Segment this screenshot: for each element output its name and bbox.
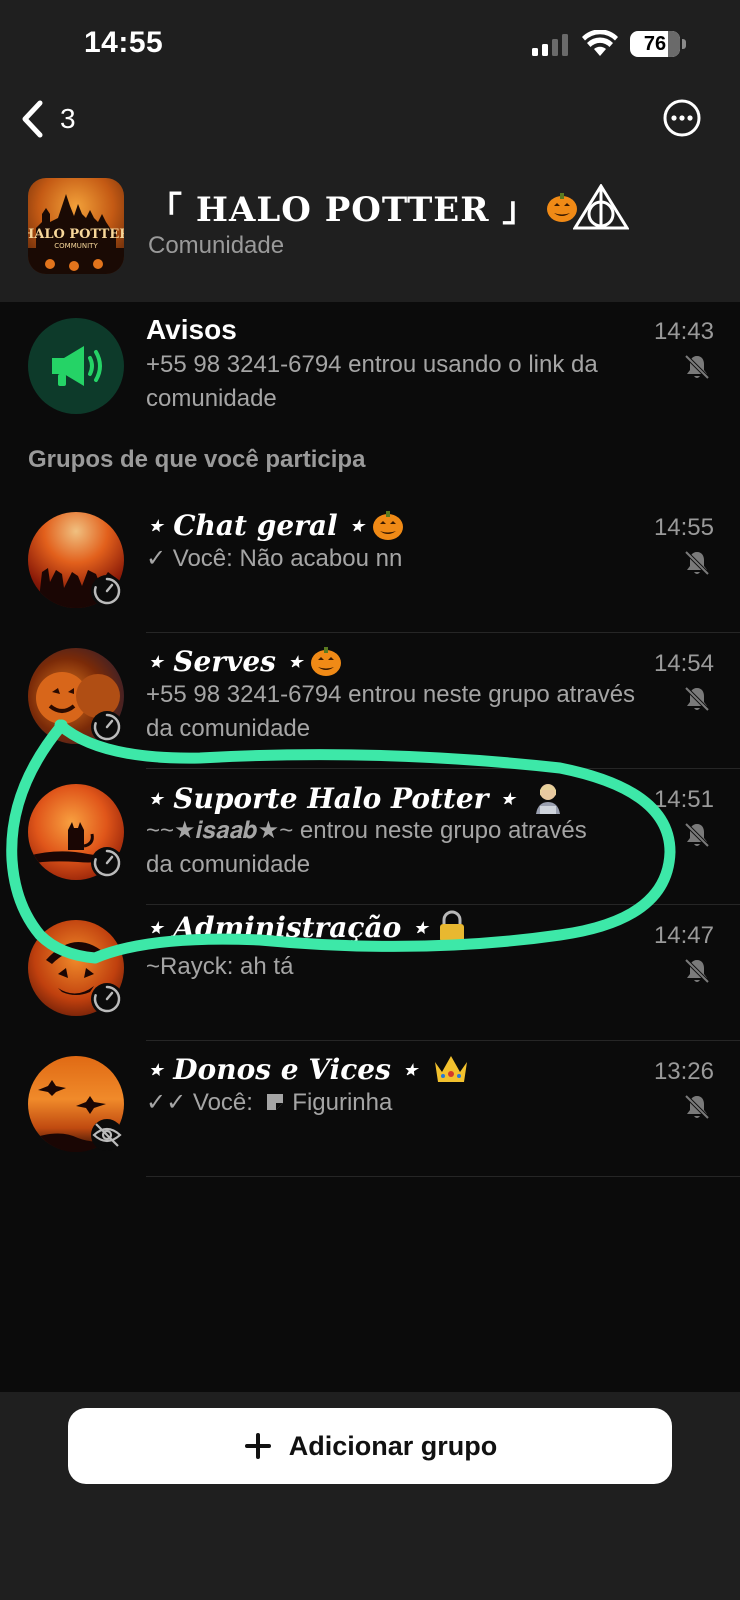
pumpkin-icon [311, 647, 342, 676]
group-time: 14:54 [653, 650, 714, 677]
eye-off-icon [91, 1119, 123, 1151]
group-row-chat-geral[interactable]: ⋆ Chat geral ⋆ 14:55 ✓ Você: Não acabou … [0, 498, 740, 634]
group-row-administracao[interactable]: ⋆ Administração ⋆ 14:47 ~Rayck: ah tá [0, 906, 740, 1042]
group-name: ⋆ Suporte Halo Potter ⋆ [146, 781, 516, 815]
more-icon[interactable] [662, 98, 702, 138]
hallows-icon [573, 183, 630, 229]
back-chevron-icon [22, 100, 43, 138]
back-button[interactable]: 3 [18, 96, 76, 142]
add-group-label: Adicionar grupo [288, 1430, 498, 1461]
technologist-icon [535, 784, 560, 814]
megaphone-icon [52, 346, 102, 386]
group-preview: ✓ Você: Não acabou nn [146, 542, 646, 576]
announcements-row[interactable]: Avisos 14:43 +55 98 3241-6794 entrou usa… [0, 302, 740, 438]
mute-icon [684, 958, 710, 984]
timer-icon [91, 847, 123, 879]
section-label: Grupos de que você participa [28, 446, 366, 473]
timer-icon [91, 575, 123, 607]
bottom-bar: Adicionar grupo [0, 1392, 740, 1600]
group-preview: ✓✓ Você: Figurinha [146, 1086, 646, 1120]
sticker-icon [266, 1094, 283, 1110]
divider [146, 1040, 740, 1041]
plus-icon [244, 1433, 271, 1459]
status-bar: 14:55 76 [0, 0, 740, 90]
community-subtitle: Comunidade [148, 232, 285, 259]
battery-icon: 76 [630, 31, 686, 57]
divider [146, 768, 740, 769]
crown-icon [435, 1056, 468, 1082]
announcements-name: Avisos [146, 314, 237, 345]
divider [146, 904, 740, 905]
group-list: Avisos 14:43 +55 98 3241-6794 entrou usa… [0, 302, 740, 1392]
battery-level: 76 [643, 33, 667, 55]
community-header[interactable]: HALO POTTER COMMUNITY 「 HALO POTTER 」 Co… [0, 170, 740, 300]
preview-sender: ✓ Você: [146, 545, 233, 572]
announcements-preview: +55 98 3241-6794 entrou usando o link da… [146, 351, 598, 412]
group-row-serves[interactable]: ⋆ Serves ⋆ 14:54 +55 98 3241-6794 entrou… [0, 634, 740, 770]
group-name: ⋆ Chat geral ⋆ [146, 508, 365, 542]
group-time: 13:26 [653, 1058, 714, 1085]
announcements-time: 14:43 [653, 318, 714, 345]
group-time: 14:55 [653, 514, 714, 541]
group-preview: ~Rayck: ah tá [146, 953, 294, 980]
logo-subtext: COMMUNITY [54, 242, 98, 250]
divider [146, 1176, 740, 1177]
timer-icon [91, 983, 123, 1015]
timer-icon [91, 711, 123, 743]
group-row-donos-vices[interactable]: ⋆ Donos e Vices ⋆ 13:26 ✓✓ Você: Figurin… [0, 1042, 740, 1178]
group-preview: +55 98 3241-6794 entrou neste grupo atra… [146, 681, 636, 742]
mute-icon [684, 1094, 710, 1120]
signal-icon [532, 34, 568, 56]
mute-icon [684, 354, 710, 380]
preview-text: Figurinha [285, 1089, 393, 1116]
group-name: ⋆ Serves ⋆ [146, 644, 304, 678]
lock-icon [439, 910, 464, 942]
back-count: 3 [60, 103, 76, 134]
add-group-button[interactable]: Adicionar grupo [68, 1408, 672, 1484]
status-time: 14:55 [84, 26, 164, 59]
group-name: ⋆ Administração ⋆ [146, 910, 429, 944]
community-title: 「 HALO POTTER 」 [148, 190, 538, 230]
group-time: 14:51 [653, 786, 714, 813]
community-logo: HALO POTTER COMMUNITY [28, 178, 124, 274]
announcements-avatar [28, 318, 124, 414]
mute-icon [684, 686, 710, 712]
group-time: 14:47 [653, 922, 714, 949]
preview-sender: ✓✓ Você: [146, 1089, 253, 1116]
preview-text: Não acabou nn [232, 545, 403, 572]
group-preview: ~~★𝒊𝒔𝒂𝒂𝒃★~ entrou neste grupo através da… [146, 817, 587, 878]
group-name: ⋆ Donos e Vices ⋆ [146, 1052, 419, 1086]
divider [146, 632, 740, 633]
wifi-icon [582, 30, 618, 56]
mute-icon [684, 550, 710, 576]
pumpkin-icon [372, 511, 403, 540]
mute-icon [684, 822, 710, 848]
group-row-suporte[interactable]: ⋆ Suporte Halo Potter ⋆ 14:51 ~~★𝒊𝒔𝒂𝒂𝒃★~… [0, 770, 740, 906]
logo-text: HALO POTTER [28, 227, 124, 242]
